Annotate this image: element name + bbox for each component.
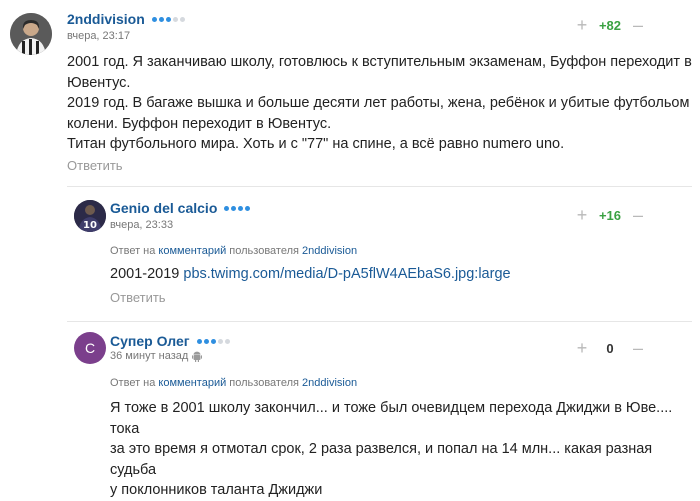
comment-time: вчера, 23:17 xyxy=(67,30,130,42)
reply-to-line: Ответ на комментарий пользователя 2nddiv… xyxy=(110,245,357,257)
vote-control: + 0 – xyxy=(575,338,645,359)
text-line: колени. Буффон переходит в Ювентус. xyxy=(67,115,332,132)
vote-control: + +16 – xyxy=(575,205,645,226)
comment-time: 36 минут назад xyxy=(110,350,203,362)
text-line: Титан футбольного мира. Хоть и с "77" на… xyxy=(67,136,565,152)
score: +16 xyxy=(598,208,622,223)
reply-to-middle: пользователя xyxy=(229,245,299,257)
reply-to-line: Ответ на комментарий пользователя 2nddiv… xyxy=(110,377,357,389)
avatar[interactable]: 10 xyxy=(74,200,106,232)
divider xyxy=(67,186,692,187)
comment-author[interactable]: Супер Олег xyxy=(110,333,230,349)
rating-dots xyxy=(151,16,185,22)
android-icon xyxy=(192,351,203,362)
reply-button[interactable]: Ответить xyxy=(67,158,123,173)
image-link[interactable]: pbs.twimg.com/media/D-pA5flW4AEbaS6.jpg:… xyxy=(183,266,510,282)
comment-author[interactable]: 2nddivision xyxy=(67,11,185,27)
reply-to-user-link[interactable]: 2nddivision xyxy=(302,377,357,389)
avatar[interactable]: С xyxy=(74,332,106,364)
text-line: Я тоже в 2001 школу закончил... и тоже б… xyxy=(110,400,673,437)
jersey-number-icon: 10 xyxy=(74,200,106,232)
author-name[interactable]: Супер Олег xyxy=(110,333,190,349)
rating-dots xyxy=(224,205,251,211)
avatar-letter: С xyxy=(84,340,96,356)
reply-to-middle: пользователя xyxy=(229,377,299,389)
upvote-button[interactable]: + xyxy=(575,338,589,359)
downvote-button[interactable]: – xyxy=(631,15,645,36)
text-line: Ювентус. xyxy=(67,74,131,91)
vote-control: + +82 – xyxy=(575,15,645,36)
text-line: у поклонников таланта Джиджи xyxy=(110,482,323,498)
author-name[interactable]: 2nddivision xyxy=(67,11,145,27)
author-name[interactable]: Genio del calcio xyxy=(110,200,217,216)
svg-text:10: 10 xyxy=(83,220,97,231)
comment-author[interactable]: Genio del calcio xyxy=(110,200,251,216)
rating-dots xyxy=(196,338,230,344)
upvote-button[interactable]: + xyxy=(575,205,589,226)
score: +82 xyxy=(598,18,622,33)
text-prefix: 2001-2019 xyxy=(110,266,184,282)
player-photo-icon xyxy=(10,13,52,55)
timestamp: вчера, 23:33 xyxy=(110,219,174,231)
reply-to-prefix: Ответ на xyxy=(110,377,156,389)
comment-text: 2001 год. Я заканчиваю школу, готовлюсь … xyxy=(67,52,692,155)
score: 0 xyxy=(606,341,614,356)
upvote-button[interactable]: + xyxy=(575,15,589,36)
comment-text: Я тоже в 2001 школу закончил... и тоже б… xyxy=(110,398,695,501)
timestamp: 36 минут назад xyxy=(110,350,189,362)
reply-to-user-link[interactable]: 2nddivision xyxy=(302,245,357,257)
reply-to-comment-link[interactable]: комментарий xyxy=(158,377,226,389)
reply-to-comment-link[interactable]: комментарий xyxy=(158,245,226,257)
avatar[interactable] xyxy=(10,13,52,55)
text-line: 2001 год. Я заканчиваю школу, готовлюсь … xyxy=(67,54,692,70)
reply-to-prefix: Ответ на xyxy=(110,245,156,257)
comment-time: вчера, 23:33 xyxy=(110,219,173,231)
comment-text: 2001-2019 pbs.twimg.com/media/D-pA5flW4A… xyxy=(110,264,511,285)
reply-button[interactable]: Ответить xyxy=(110,290,166,305)
timestamp: вчера, 23:17 xyxy=(67,30,131,42)
text-line: 2019 год. В багаже вышка и больше десяти… xyxy=(67,95,690,111)
downvote-button[interactable]: – xyxy=(631,338,645,359)
text-line: за это время я отмотал срок, 2 раза разв… xyxy=(110,441,653,478)
divider xyxy=(67,321,692,322)
downvote-button[interactable]: – xyxy=(631,205,645,226)
